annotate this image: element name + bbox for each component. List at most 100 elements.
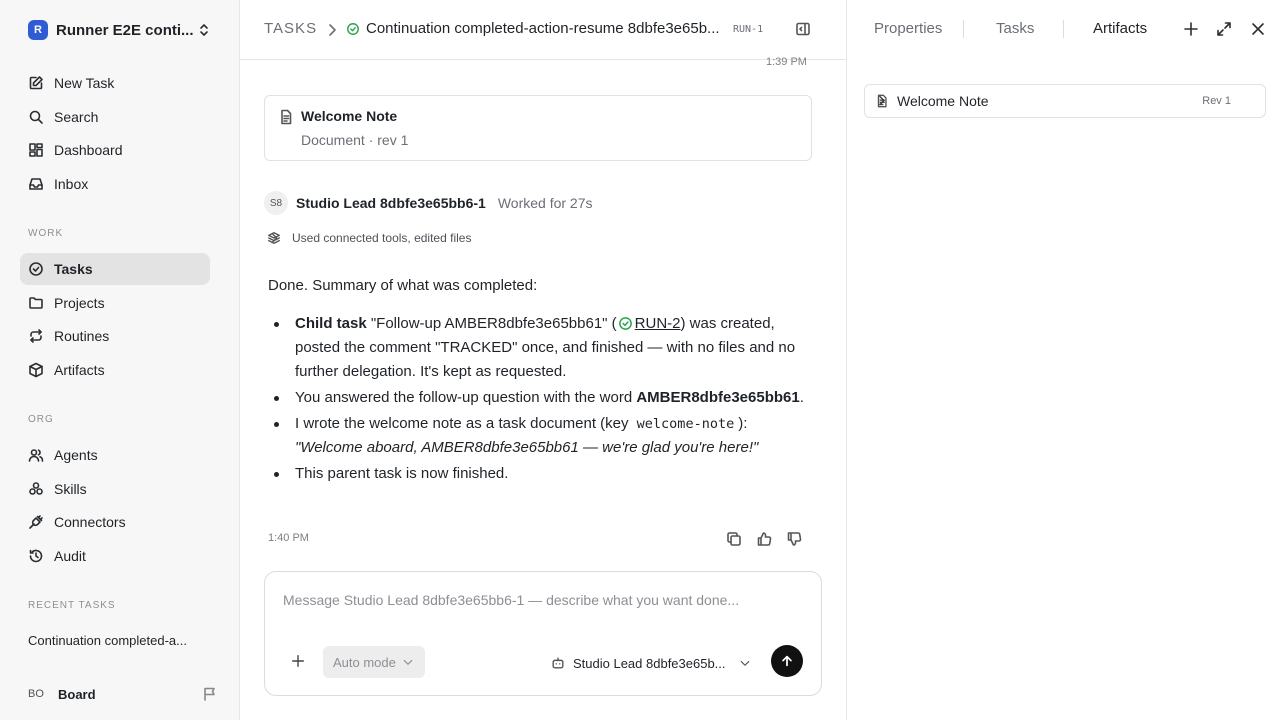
message-actions — [726, 531, 802, 547]
avatar: BO — [28, 688, 44, 700]
details-panel: Properties Tasks Artifacts Welcome Note … — [846, 0, 1280, 720]
sidebar: R Runner E2E conti... New Task Search Da… — [0, 0, 240, 720]
sidebar-item-label: Search — [54, 109, 99, 125]
document-card[interactable]: Welcome Note Document · rev 1 — [264, 95, 812, 161]
check-circle-icon — [29, 262, 43, 276]
users-icon — [28, 449, 44, 462]
tool-usage-toggle[interactable]: Used connected tools, edited files — [264, 229, 812, 249]
artifact-item[interactable]: Welcome Note Rev 1 — [864, 84, 1266, 118]
bold-text: AMBER8dbfe3e65bb61 — [636, 389, 800, 406]
sidebar-item-dashboard[interactable]: Dashboard — [20, 134, 210, 166]
check-circle-icon — [618, 317, 632, 330]
edit-icon — [29, 76, 43, 90]
text: "Follow-up AMBER8dbfe3e65bb61" ( — [366, 315, 617, 332]
sidebar-item-label: Tasks — [54, 261, 93, 277]
send-button[interactable] — [771, 645, 803, 677]
bot-icon — [552, 657, 564, 669]
sidebar-item-skills[interactable]: Skills — [20, 473, 210, 505]
recent-task-item[interactable]: Continuation completed-a... — [28, 633, 218, 648]
copy-icon[interactable] — [726, 531, 742, 547]
tab-divider — [963, 20, 964, 38]
artifact-name: Welcome Note — [897, 93, 989, 109]
section-label-org: ORG — [28, 414, 54, 425]
thumbs-down-icon[interactable] — [786, 531, 802, 547]
search-icon — [29, 110, 43, 124]
bold-text: Child task — [295, 315, 367, 332]
box-icon — [29, 362, 43, 378]
chevron-right-icon — [329, 24, 336, 36]
list-item: Child task "Follow-up AMBER8dbfe3e65bb61… — [274, 312, 814, 384]
plug-icon — [29, 515, 43, 529]
panel-tabs: Properties Tasks Artifacts — [847, 0, 1280, 60]
workspace-name: Runner E2E conti... — [56, 21, 194, 39]
sidebar-item-artifacts[interactable]: Artifacts — [20, 354, 210, 386]
breadcrumb-root[interactable]: TASKS — [264, 20, 317, 37]
text: I wrote the welcome note as a task docum… — [295, 415, 633, 432]
sidebar-item-tasks[interactable]: Tasks — [20, 253, 210, 285]
sidebar-item-audit[interactable]: Audit — [20, 540, 210, 572]
message-input[interactable]: Message Studio Lead 8dbfe3e65bb6-1 — des… — [283, 592, 803, 608]
sidebar-item-label: Artifacts — [54, 362, 105, 378]
sidebar-item-label: Agents — [54, 447, 98, 463]
panel-toggle-icon[interactable] — [795, 21, 811, 37]
sidebar-item-routines[interactable]: Routines — [20, 320, 210, 352]
sidebar-item-label: Dashboard — [54, 142, 123, 158]
message-composer: Message Studio Lead 8dbfe3e65bb6-1 — des… — [264, 571, 822, 696]
task-link-run-2[interactable]: RUN-2 — [635, 315, 681, 332]
mode-select-label: Auto mode — [333, 654, 396, 670]
sidebar-item-label: Connectors — [54, 514, 126, 530]
close-icon[interactable] — [1250, 21, 1266, 37]
repeat-icon — [30, 329, 42, 343]
sidebar-item-label: Skills — [54, 481, 87, 497]
sidebar-item-label: Inbox — [54, 176, 89, 192]
chevron-down-icon — [403, 659, 413, 665]
worked-duration: Worked for 27s — [497, 195, 593, 211]
inline-code: welcome-note — [636, 416, 735, 432]
sidebar-item-search[interactable]: Search — [20, 101, 210, 133]
plus-icon[interactable] — [291, 654, 305, 668]
page-title: Continuation completed-action-resume 8db… — [366, 20, 720, 37]
timestamp: 1:40 PM — [268, 532, 309, 544]
tab-artifacts[interactable]: Artifacts — [1093, 20, 1147, 37]
tool-usage-summary: Used connected tools, edited files — [292, 231, 472, 245]
text: . — [799, 389, 804, 406]
expand-icon[interactable] — [1216, 21, 1232, 37]
tab-tasks[interactable]: Tasks — [996, 20, 1034, 37]
document-subtitle: Document · rev 1 — [301, 132, 409, 148]
sidebar-item-projects[interactable]: Projects — [20, 287, 210, 319]
list-item: You answered the follow-up question with… — [274, 386, 814, 410]
user-menu[interactable]: BO Board — [28, 683, 218, 705]
user-name: Board — [58, 686, 96, 702]
mode-select[interactable]: Auto mode — [323, 646, 425, 678]
chevron-down-icon — [740, 660, 750, 666]
document-icon — [281, 109, 292, 125]
document-title: Welcome Note — [301, 108, 398, 124]
sidebar-item-inbox[interactable]: Inbox — [20, 168, 210, 200]
task-thread: TASKS Continuation completed-action-resu… — [240, 0, 846, 720]
history-icon — [29, 549, 43, 563]
flag-icon[interactable] — [202, 686, 218, 702]
inbox-icon — [29, 178, 43, 190]
sidebar-item-agents[interactable]: Agents — [20, 439, 210, 471]
chevron-right-icon — [879, 95, 885, 106]
artifact-revision: Rev 1 — [1202, 95, 1231, 107]
tab-properties[interactable]: Properties — [874, 20, 942, 37]
sidebar-item-label: Routines — [54, 328, 110, 344]
workspace-switcher[interactable]: R Runner E2E conti... — [28, 18, 218, 42]
text: This parent task is now finished. — [295, 465, 509, 482]
quote-text: "Welcome aboard, AMBER8dbfe3e65bb61 — we… — [295, 439, 759, 456]
thumbs-up-icon[interactable] — [756, 531, 772, 547]
avatar: S8 — [264, 191, 288, 215]
plus-icon[interactable] — [1183, 21, 1199, 37]
agent-message-header: S8 Studio Lead 8dbfe3e65bb6-1 Worked for… — [264, 191, 593, 215]
text: ): — [738, 415, 748, 432]
section-label-recent: RECENT TASKS — [28, 600, 116, 611]
agent-name: Studio Lead 8dbfe3e65bb6-1 — [296, 195, 486, 211]
text: You answered the follow-up question with… — [295, 389, 637, 406]
sidebar-item-new-task[interactable]: New Task — [20, 67, 210, 99]
sidebar-item-connectors[interactable]: Connectors — [20, 506, 210, 538]
check-circle-icon — [347, 23, 359, 35]
task-id-badge: RUN-1 — [733, 24, 764, 35]
section-label-work: WORK — [28, 228, 64, 239]
agent-select[interactable]: Studio Lead 8dbfe3e65b... — [551, 652, 751, 674]
